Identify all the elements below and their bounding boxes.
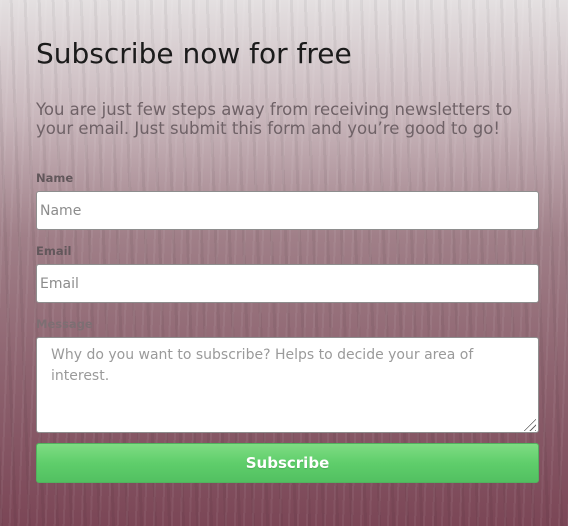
message-label: Message (36, 317, 93, 331)
email-label: Email (36, 244, 72, 258)
form-title: Subscribe now for free (36, 37, 352, 70)
form-subtitle: You are just few steps away from receivi… (36, 100, 513, 138)
name-field[interactable] (36, 191, 539, 230)
name-label: Name (36, 171, 74, 185)
message-field[interactable] (36, 337, 539, 433)
subscribe-button[interactable]: Subscribe (36, 443, 539, 483)
email-field[interactable] (36, 264, 539, 303)
